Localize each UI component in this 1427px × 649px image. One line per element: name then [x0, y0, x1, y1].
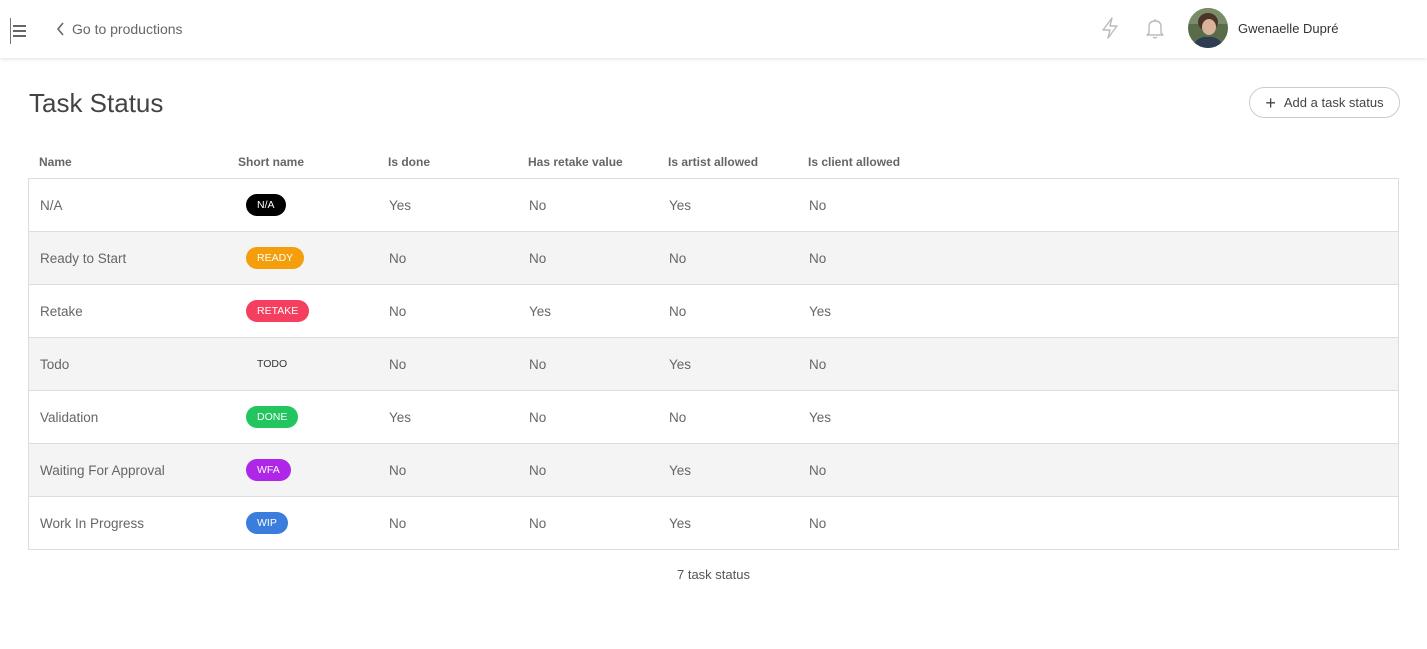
status-name: Waiting For Approval — [40, 462, 165, 478]
chevron-left-icon — [56, 22, 64, 36]
status-short-name-tag: DONE — [246, 406, 299, 428]
has-retake-value: Yes — [529, 303, 552, 319]
is-client-allowed-value: Yes — [809, 409, 832, 425]
has-retake-value: No — [529, 462, 547, 478]
table-row[interactable]: N/A N/A Yes No Yes No — [29, 179, 1398, 232]
status-name: Validation — [40, 409, 99, 425]
status-short-name-tag: N/A — [246, 194, 286, 216]
is-done-value: No — [389, 250, 407, 266]
column-header-is-done[interactable]: Is done — [388, 155, 430, 169]
has-retake-value: No — [529, 515, 547, 531]
is-done-value: No — [389, 515, 407, 531]
is-client-allowed-value: No — [809, 462, 827, 478]
status-short-name-tag: RETAKE — [246, 300, 310, 322]
column-header-is-client-allowed[interactable]: Is client allowed — [808, 155, 900, 169]
is-artist-allowed-value: Yes — [669, 197, 692, 213]
table-header: Name Short name Is done Has retake value… — [28, 152, 1399, 172]
add-task-status-button[interactable]: + Add a task status — [1249, 87, 1400, 118]
status-short-name-tag: TODO — [246, 353, 299, 375]
go-to-productions-link[interactable]: Go to productions — [56, 19, 183, 39]
is-client-allowed-value: No — [809, 250, 827, 266]
column-header-has-retake-value[interactable]: Has retake value — [528, 155, 623, 169]
table-row[interactable]: Ready to Start READY No No No No — [29, 232, 1398, 285]
status-short-name-tag: WFA — [246, 459, 291, 481]
has-retake-value: No — [529, 197, 547, 213]
column-header-short-name[interactable]: Short name — [238, 155, 304, 169]
column-header-is-artist-allowed[interactable]: Is artist allowed — [668, 155, 758, 169]
is-done-value: No — [389, 303, 407, 319]
page-title: Task Status — [29, 88, 164, 118]
status-short-name-tag: WIP — [246, 512, 288, 534]
is-done-value: No — [389, 356, 407, 372]
table-row[interactable]: Waiting For Approval WFA No No Yes No — [29, 444, 1398, 497]
is-artist-allowed-value: Yes — [669, 462, 692, 478]
top-bar: Go to productions Gwenaelle Dupré — [0, 0, 1427, 58]
menu-icon[interactable] — [10, 18, 28, 44]
status-name: N/A — [40, 197, 63, 213]
table-row[interactable]: Retake RETAKE No Yes No Yes — [29, 285, 1398, 338]
lightning-icon[interactable] — [1099, 16, 1121, 40]
has-retake-value: No — [529, 356, 547, 372]
back-link-label: Go to productions — [72, 21, 183, 37]
status-name: Retake — [40, 303, 83, 319]
is-done-value: No — [389, 462, 407, 478]
has-retake-value: No — [529, 250, 547, 266]
user-name[interactable]: Gwenaelle Dupré — [1238, 21, 1338, 36]
is-client-allowed-value: No — [809, 356, 827, 372]
is-artist-allowed-value: Yes — [669, 356, 692, 372]
is-client-allowed-value: No — [809, 515, 827, 531]
task-status-count: 7 task status — [677, 567, 750, 582]
is-done-value: Yes — [389, 409, 412, 425]
plus-icon: + — [1265, 92, 1276, 113]
is-artist-allowed-value: No — [669, 409, 687, 425]
is-artist-allowed-value: Yes — [669, 515, 692, 531]
status-name: Todo — [40, 356, 70, 372]
column-header-name[interactable]: Name — [39, 155, 72, 169]
is-client-allowed-value: Yes — [809, 303, 832, 319]
is-client-allowed-value: No — [809, 197, 827, 213]
is-done-value: Yes — [389, 197, 412, 213]
table-row[interactable]: Todo TODO No No Yes No — [29, 338, 1398, 391]
table-row[interactable]: Validation DONE Yes No No Yes — [29, 391, 1398, 444]
table-row[interactable]: Work In Progress WIP No No Yes No — [29, 497, 1398, 549]
add-task-status-label: Add a task status — [1283, 95, 1384, 110]
status-name: Work In Progress — [40, 515, 145, 531]
task-status-table: N/A N/A Yes No Yes No Ready to Start REA… — [28, 178, 1399, 550]
is-artist-allowed-value: No — [669, 250, 687, 266]
has-retake-value: No — [529, 409, 547, 425]
bell-icon[interactable] — [1144, 16, 1166, 40]
is-artist-allowed-value: No — [669, 303, 687, 319]
status-name: Ready to Start — [40, 250, 127, 266]
status-short-name-tag: READY — [246, 247, 305, 269]
avatar[interactable] — [1188, 8, 1228, 48]
